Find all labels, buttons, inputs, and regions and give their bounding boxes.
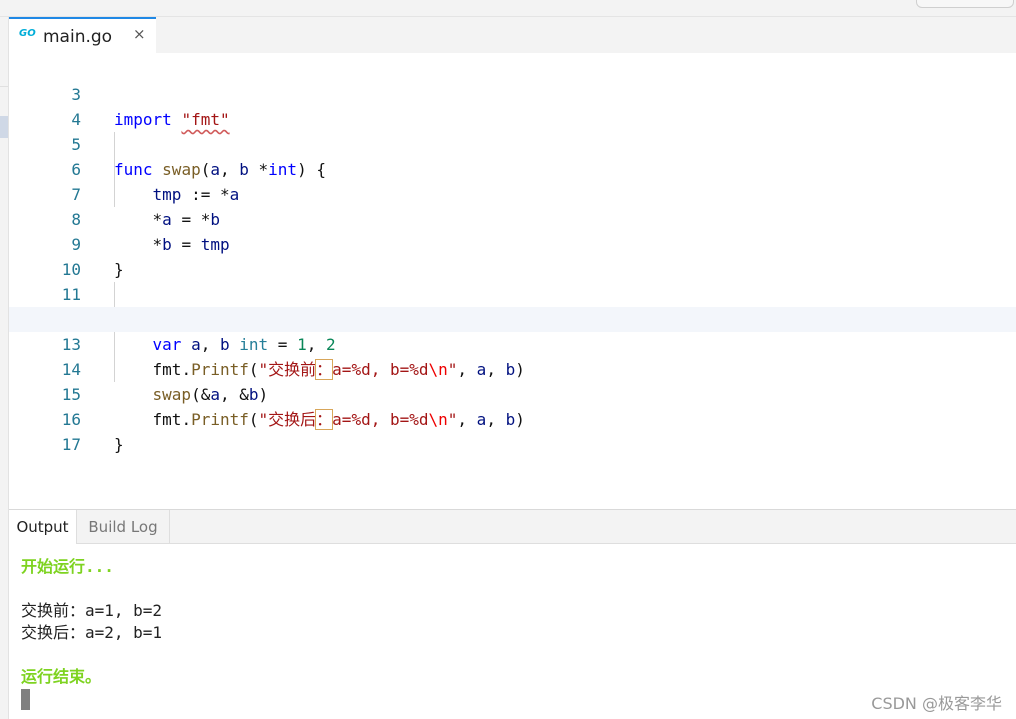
code-line: 11 func main() { <box>9 257 1016 329</box>
output-line: 交换前：a=1, b=2 <box>21 601 163 620</box>
code-line: 14 swap(&a, &b) <box>9 332 1016 404</box>
left-strip-selection[interactable] <box>0 116 8 138</box>
code-line: 17 <box>9 407 1016 454</box>
editor-tab-bar: GO main.go × <box>9 17 1016 53</box>
watermark: CSDN @极客李华 <box>871 694 1002 713</box>
left-strip-divider <box>0 86 8 87</box>
tab-build-log[interactable]: Build Log <box>77 510 170 544</box>
output-line: 开始运行... <box>21 557 114 576</box>
code-line: 3 import "fmt" <box>9 57 1016 129</box>
line-number: 17 <box>61 435 81 454</box>
top-bar-button[interactable] <box>916 0 1014 8</box>
code-line: 7 *a = *b <box>9 157 1016 229</box>
code-line: 6 tmp := *a <box>9 132 1016 204</box>
code-line: 5 func swap(a, b *int) { <box>9 107 1016 179</box>
output-panel[interactable]: 开始运行... 交换前：a=1, b=2 交换后：a=2, b=1 运行结束。 <box>9 545 1016 719</box>
code-editor[interactable]: 3 import "fmt" 4 5 func swap(a, b *int) … <box>9 57 1016 508</box>
tab-label: main.go <box>43 27 113 47</box>
output-line: 运行结束。 <box>21 667 102 686</box>
code-line: 8 *b = tmp <box>9 182 1016 254</box>
output-line: 交换后：a=2, b=1 <box>21 623 163 642</box>
code-line: 4 <box>9 82 1016 129</box>
terminal-cursor <box>21 689 30 710</box>
tab-output[interactable]: Output <box>9 510 77 544</box>
go-file-icon: GO <box>19 28 36 39</box>
code-line: 15 fmt.Printf("交换后：a=%d, b=%d\n", a, b) <box>9 357 1016 430</box>
tab-main-go[interactable]: GO main.go × <box>9 17 156 53</box>
panel-tab-bar: Output Build Log <box>9 509 1016 544</box>
code-text: } <box>114 435 124 454</box>
code-line: 9 } <box>9 207 1016 279</box>
code-line: 16 } <box>9 382 1016 454</box>
code-line-active: 13 fmt.Printf("交换前：a=%d, b=%d\n", a, b) <box>9 307 1016 380</box>
top-bar <box>0 0 1016 17</box>
code-line: 10 <box>9 232 1016 279</box>
code-line: 12 var a, b int = 1, 2 <box>9 282 1016 354</box>
close-icon[interactable]: × <box>133 25 146 43</box>
